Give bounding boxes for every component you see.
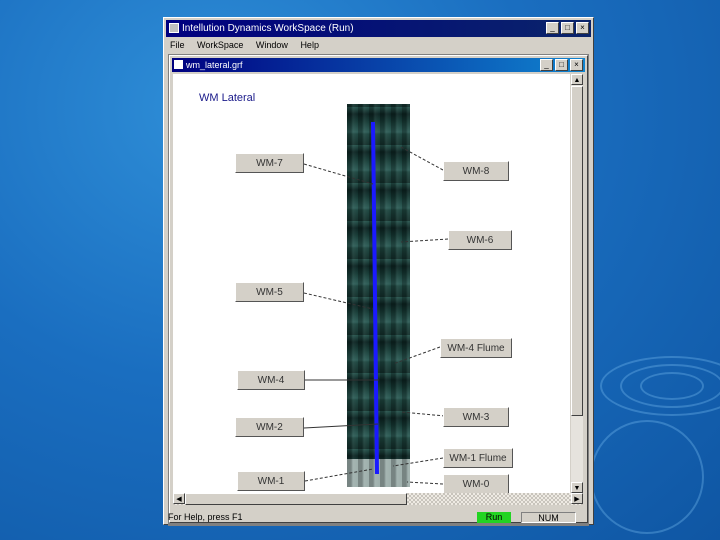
desktop-ripple [590,420,704,534]
maximize-button[interactable]: □ [561,22,574,34]
leader-wm7 [303,163,374,185]
graphic-canvas: WM Lateral WM-7 WM-8 WM-6 WM-5 WM-4 Flum… [173,74,570,493]
vertical-scrollbar[interactable]: ▲ ▼ [571,74,583,493]
app-window: Intellution Dynamics WorkSpace (Run) _ □… [163,17,594,526]
scroll-up-arrow-icon[interactable]: ▲ [571,74,583,85]
leader-wm6 [400,238,449,243]
mdi-area: wm_lateral.grf _ □ × WM Lateral WM-7 WM-… [168,54,589,526]
menu-window[interactable]: Window [256,40,288,50]
station-wm2[interactable]: WM-2 [235,417,304,437]
leader-wm1 [304,468,374,482]
station-wm4-flume[interactable]: WM-4 Flume [440,338,512,358]
station-wm3[interactable]: WM-3 [443,407,509,427]
leader-wm4flume [392,346,441,365]
desktop-ripple [600,356,720,416]
scroll-right-arrow-icon[interactable]: ▶ [571,493,583,504]
menu-workspace[interactable]: WorkSpace [197,40,243,50]
app-icon [169,23,179,33]
menu-file[interactable]: File [170,40,185,50]
station-wm0[interactable]: WM-0 [443,474,509,493]
station-wm5[interactable]: WM-5 [235,282,304,302]
run-mode-indicator: Run [477,512,511,523]
child-title-bar[interactable]: wm_lateral.grf _ □ × [172,58,585,72]
child-close-button[interactable]: × [570,59,583,71]
minimize-button[interactable]: _ [546,22,559,34]
leader-lines [303,121,449,485]
horizontal-scroll-thumb[interactable] [185,493,407,505]
scroll-down-arrow-icon[interactable]: ▼ [571,482,583,493]
document-icon [174,60,183,69]
leader-wm8 [398,145,444,171]
window-title: Intellution Dynamics WorkSpace (Run) [182,23,354,34]
title-bar[interactable]: Intellution Dynamics WorkSpace (Run) _ □… [166,20,591,37]
vertical-scroll-thumb[interactable] [571,86,583,416]
leader-wm5 [303,292,374,310]
station-wm7[interactable]: WM-7 [235,153,304,173]
leader-wm3 [400,411,446,417]
close-button[interactable]: × [576,22,589,34]
child-title: wm_lateral.grf [186,60,243,70]
leader-wm1flume [392,457,444,467]
leader-wm2 [303,423,379,429]
scroll-left-arrow-icon[interactable]: ◀ [173,493,185,504]
child-maximize-button[interactable]: □ [555,59,568,71]
leader-wm0 [406,481,444,485]
menu-bar: File WorkSpace Window Help [166,38,591,52]
station-wm1[interactable]: WM-1 [237,471,305,491]
status-bar: For Help, press F1 Run NUM [166,511,591,524]
station-wm8[interactable]: WM-8 [443,161,509,181]
station-wm1-flume[interactable]: WM-1 Flume [443,448,513,468]
menu-help[interactable]: Help [300,40,319,50]
child-minimize-button[interactable]: _ [540,59,553,71]
horizontal-scrollbar[interactable]: ◀ ▶ [173,493,583,505]
child-window: wm_lateral.grf _ □ × WM Lateral WM-7 WM-… [169,55,588,523]
canal-line [371,121,379,475]
num-lock-indicator: NUM [521,512,576,523]
status-help-text: For Help, press F1 [168,512,243,522]
station-wm4[interactable]: WM-4 [237,370,305,390]
station-wm6[interactable]: WM-6 [448,230,512,250]
